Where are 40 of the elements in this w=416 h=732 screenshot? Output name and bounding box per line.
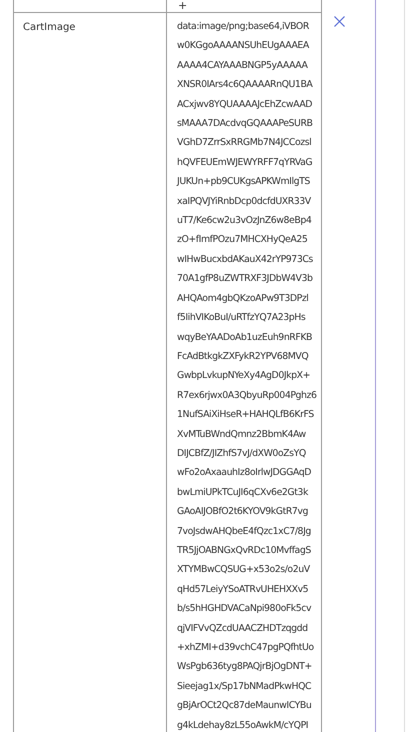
- value-text-line: data:image/png;base64,iVBOR: [177, 20, 310, 34]
- value-text-line: ACxjwv8YQUAAAAJcEhZcwAAD: [177, 98, 314, 112]
- value-text-line: hQVFEUEmWJEWYRFF7qYRVaG: [177, 156, 314, 170]
- value-text-line: GAoAIJOBfO2t6KYOV9kGtR7vg: [177, 505, 310, 520]
- value-text-line: XNSR0IArs4c6QAAAARnQU1BA: [177, 78, 314, 92]
- value-text-line: DIJCBfZ/JIZhfS7vJ/dXW0oZsYQ: [177, 446, 307, 461]
- value-text-line: FcAdBtkgkZXFykR2YPV68MVQ: [177, 350, 310, 364]
- value-text-line: wFo2oAxaauhIz8oIrlwJDGGAqD: [177, 466, 312, 480]
- value-text-line: 70A1gfP8uZWTRXF3JDbW4V3b: [177, 272, 314, 286]
- value-text-line: WsPgb636tyg8PAQjrBjOgDNT+: [177, 660, 313, 674]
- value-text-line: qjVIFVvQZcdUAACZHDTzqgdd: [177, 622, 309, 636]
- value-text-line: gBjArOCt2Qc87deMaunwICYBu: [177, 699, 312, 714]
- value-text-line: VGhD7ZrrSxRRGMb7N4JCCozsl: [177, 136, 312, 150]
- value-text-line: g4kLdehay8zL55oAwkM/cYQPI: [177, 718, 310, 732]
- value-text-line: TR5JjOABNGxQvRDc10MvffagS: [177, 544, 312, 558]
- value-text-line: XTYMBwCQSUG+x53o2s/o2uV: [177, 563, 311, 578]
- close-icon[interactable]: [334, 16, 345, 27]
- value-text-line: +xhZMI+d39vchC47pgPQfhtUo: [177, 641, 315, 655]
- value-text-line: wIHwBucxbdAKauX42rYP973Cs: [177, 252, 314, 267]
- value-text-line: wqyBeYAADoAb1uzEuh9nRFKB: [177, 330, 313, 344]
- value-text-line: xaIPQVJYiRnbDcp0dcfdUXR33V: [177, 194, 312, 209]
- value-text-line: AHQAom4gbQKzoAPw9T3DPzl: [177, 292, 310, 306]
- value-text-line: AAAA4CAYAAABNGP5yAAAAA: [177, 58, 309, 73]
- value-text-line: bwLmiUPkTCuJI6qCXv6e2Gt3k: [177, 486, 310, 500]
- add-row-button[interactable]: +: [178, 0, 188, 11]
- value-text-line: 1NufSAiXiHseR+HAHQLfB6KrFS: [177, 408, 315, 422]
- value-text-line: R7ex6rjwx0A3QbyuRp004Pghz6: [177, 388, 318, 403]
- value-text-line: w0KGgoAAAANSUhEUgAAAEA: [177, 39, 310, 54]
- key-label: CartImage: [23, 22, 76, 33]
- value-text-line: 7voJsdwAHQbeE4fQzc1xC7/8Jg: [177, 524, 312, 539]
- value-text-line: zO+fImfPOzu7MHCXHyQeA25: [177, 233, 308, 248]
- value-text-line: GwbpLvkupNYeXy4AgD0JkpX+: [177, 369, 312, 384]
- value-text-line: Sieejag1x/Sp17bNMadPkwHQC: [177, 680, 312, 694]
- value-text-line: sMAAA7DAcdvqGQAAAPeSURB: [177, 117, 314, 132]
- value-text-line: uT7/Ke6cw2u3vOzJnZ6w8eBp4: [177, 214, 312, 228]
- value-text-line: f5IihVIKoBuI/uRTfzYQ7A23pHs: [177, 311, 306, 326]
- value-text-line: b/s5hHGHDVACaNpi980oFk5cv: [177, 602, 312, 616]
- value-text-line: JUKUn+pb9CUKgsAPKWmIlgTS: [177, 175, 311, 190]
- value-text-line: qHd57LeiyYSoATRvUHEHXXv5: [177, 582, 310, 597]
- value-text-line: XvMTuBWndQmnz2BbmK4Aw: [177, 428, 307, 442]
